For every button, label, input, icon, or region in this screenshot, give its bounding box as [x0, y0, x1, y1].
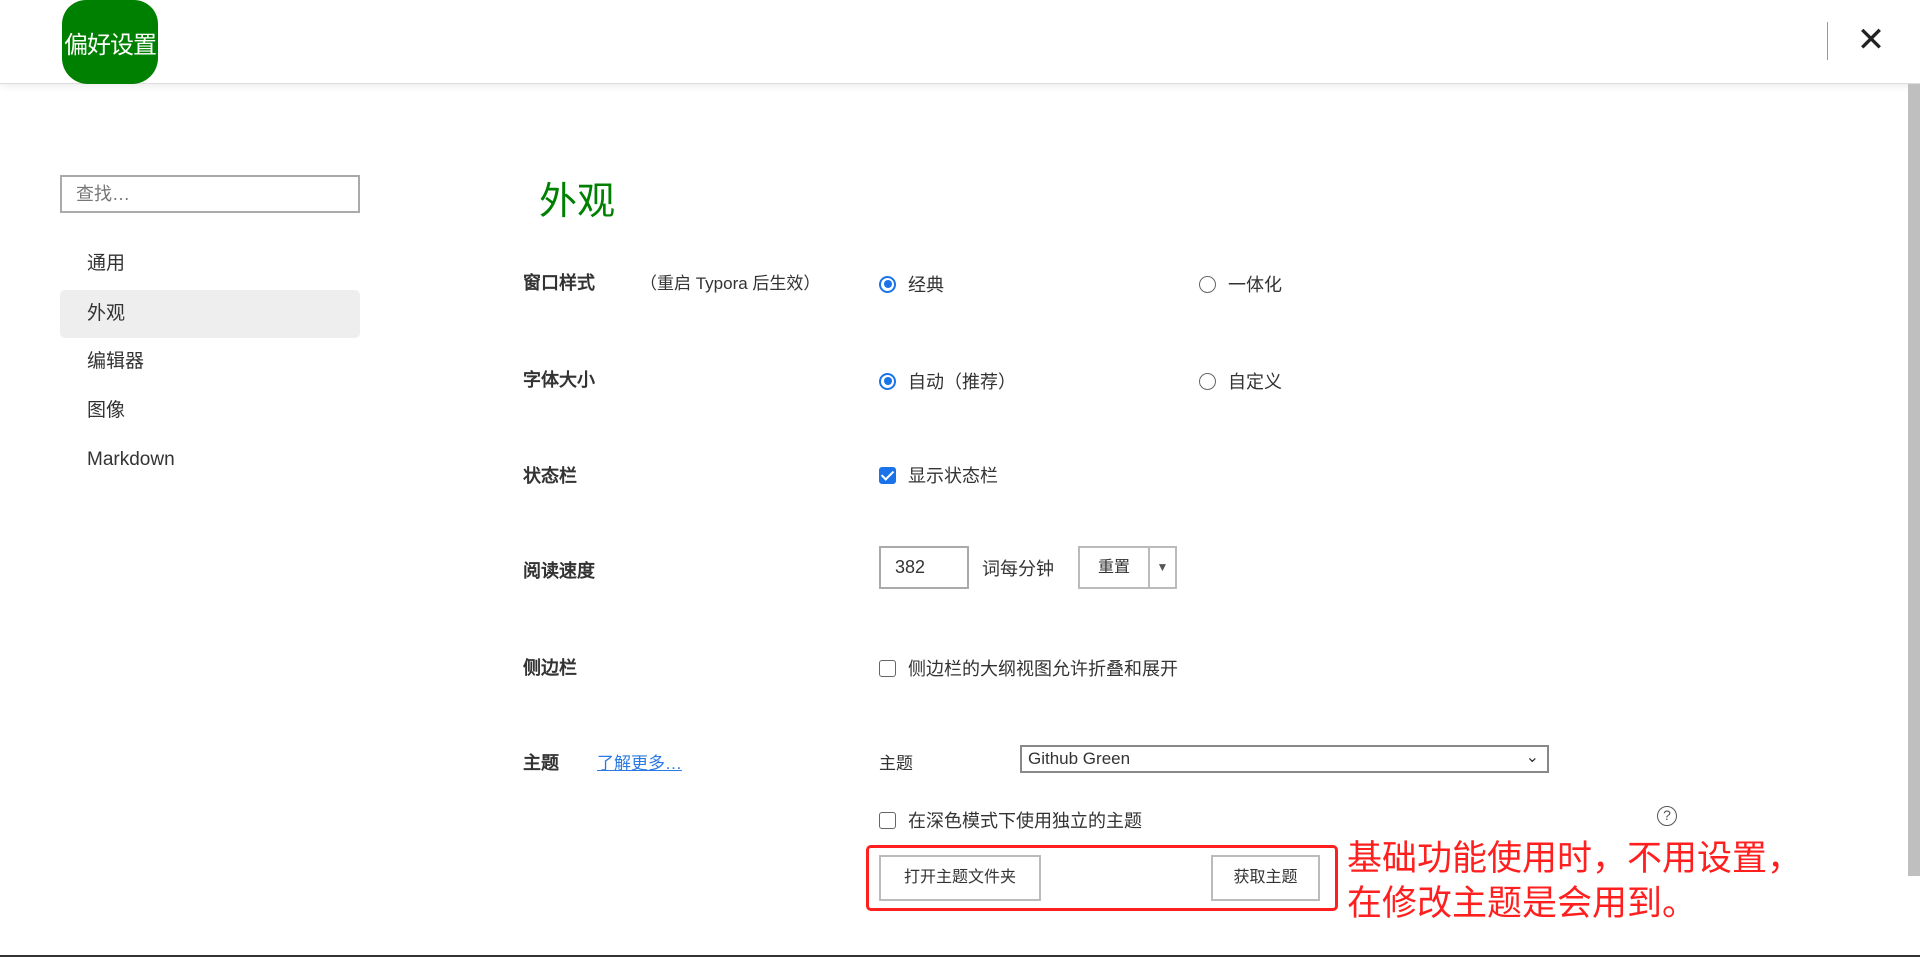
sidebar-item-general[interactable]: 通用	[60, 240, 360, 288]
close-icon[interactable]: ✕	[1855, 23, 1887, 57]
theme-select-label: 主题	[879, 754, 913, 773]
reset-split-button[interactable]: 重置 ▼	[1078, 546, 1177, 589]
chevron-down-icon: ⌄	[1525, 749, 1539, 766]
radio-button[interactable]	[879, 372, 896, 390]
scrollbar[interactable]	[1908, 84, 1920, 876]
radio-button[interactable]	[879, 275, 896, 293]
status-bar-label: 状态栏	[523, 466, 577, 486]
annotation-line: 基础功能使用时，不用设置，	[1347, 839, 1803, 878]
page-title: 外观	[539, 181, 616, 223]
radio-label: 一体化	[1228, 275, 1282, 295]
radio-button[interactable]	[1199, 372, 1216, 390]
font-size-label: 字体大小	[523, 370, 595, 390]
checkbox[interactable]	[879, 811, 896, 829]
sidebar-item-markdown[interactable]: Markdown	[60, 436, 360, 484]
annotation-text: 基础功能使用时，不用设置， 在修改主题是会用到。	[1347, 836, 1802, 926]
radio-classic[interactable]: 经典	[879, 271, 944, 297]
theme-label: 主题	[523, 753, 559, 773]
header-divider	[1827, 22, 1828, 60]
sidebar-item-image[interactable]: 图像	[60, 387, 360, 435]
checkbox-label: 在深色模式下使用独立的主题	[908, 811, 1142, 831]
reset-button[interactable]: 重置	[1080, 548, 1150, 587]
window-style-label: 窗口样式	[523, 273, 595, 293]
show-status-bar-checkbox[interactable]: 显示状态栏	[879, 462, 998, 488]
radio-auto[interactable]: 自动（推荐）	[879, 368, 1016, 394]
header-bar	[0, 0, 1920, 84]
reading-speed-input[interactable]: 382	[879, 546, 969, 589]
radio-custom[interactable]: 自定义	[1199, 368, 1282, 394]
window-style-note: （重启 Typora 后生效）	[640, 274, 821, 293]
reading-speed-unit: 词每分钟	[982, 559, 1054, 579]
preferences-title-badge: 偏好设置	[62, 0, 158, 84]
open-theme-folder-button[interactable]: 打开主题文件夹	[879, 855, 1041, 901]
learn-more-link[interactable]: 了解更多…	[597, 749, 682, 774]
radio-button[interactable]	[1199, 275, 1216, 293]
checkbox-label: 显示状态栏	[908, 466, 998, 486]
sidebar-item-appearance[interactable]: 外观	[60, 290, 360, 338]
radio-label: 自动（推荐）	[908, 372, 1016, 392]
sidebar-item-editor[interactable]: 编辑器	[60, 338, 360, 386]
radio-label: 自定义	[1228, 372, 1282, 392]
checkbox[interactable]	[879, 466, 896, 484]
reading-speed-label: 阅读速度	[523, 561, 595, 581]
checkbox-label: 侧边栏的大纲视图允许折叠和展开	[908, 659, 1178, 679]
search-input[interactable]	[60, 175, 360, 213]
theme-select-value: Github Green	[1028, 749, 1131, 768]
theme-select[interactable]: Github Green ⌄	[1020, 745, 1549, 773]
radio-label: 经典	[908, 275, 944, 295]
dropdown-arrow-icon[interactable]: ▼	[1150, 548, 1175, 587]
checkbox[interactable]	[879, 659, 896, 677]
radio-unified[interactable]: 一体化	[1199, 271, 1282, 297]
help-icon[interactable]: ?	[1657, 806, 1677, 826]
outline-collapse-checkbox[interactable]: 侧边栏的大纲视图允许折叠和展开	[879, 655, 1178, 681]
sidebar-option-label: 侧边栏	[523, 658, 577, 678]
annotation-line: 在修改主题是会用到。	[1347, 884, 1698, 923]
get-themes-button[interactable]: 获取主题	[1211, 855, 1320, 901]
dark-theme-checkbox[interactable]: 在深色模式下使用独立的主题	[879, 807, 1142, 833]
